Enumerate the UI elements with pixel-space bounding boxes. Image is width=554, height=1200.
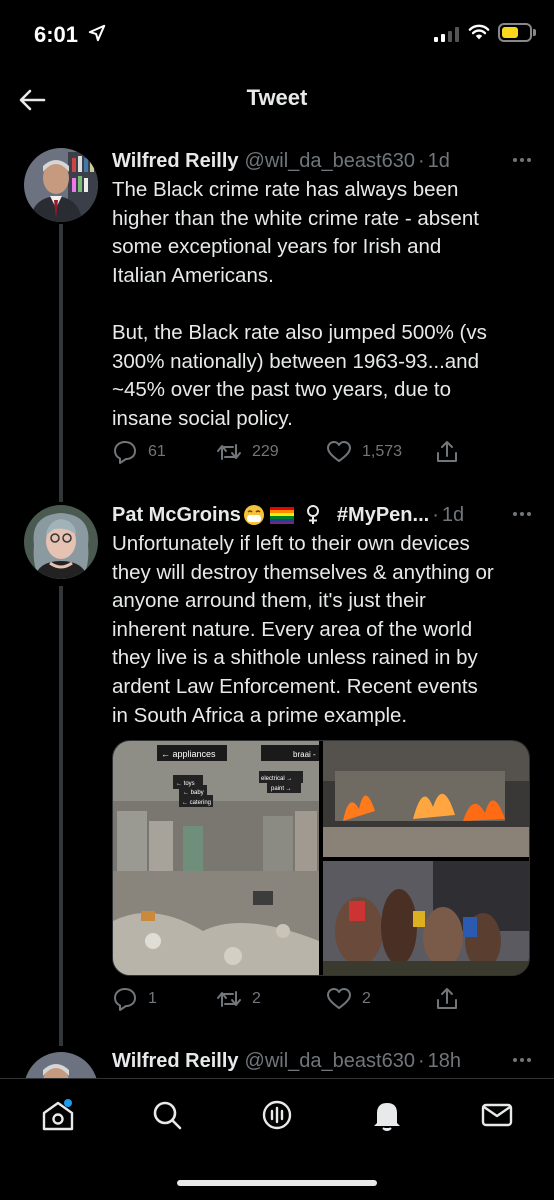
avatar[interactable] (24, 505, 98, 579)
store-sign: ← toys (176, 781, 195, 787)
separator-dot: · (417, 1049, 425, 1072)
more-options-icon[interactable] (510, 504, 534, 524)
like-button[interactable]: 2 (326, 986, 371, 1012)
tweet-header: Wilfred Reilly @wil_da_beast630 · 18h (112, 1046, 534, 1076)
home-icon[interactable] (38, 1095, 78, 1135)
avatar[interactable] (24, 148, 98, 222)
store-sign: ← catering (182, 800, 211, 806)
share-icon (437, 441, 457, 462)
like-button[interactable]: 1,573 (326, 439, 402, 465)
reply-count: 1 (148, 990, 157, 1007)
reply-button[interactable]: 1 (112, 986, 157, 1012)
retweet-button[interactable]: 2 (216, 986, 261, 1012)
author-handle[interactable]: @wil_da_beast630 (245, 1050, 415, 1073)
separator-dot: · (432, 503, 439, 526)
tweet-text-line: 300% nationally) between 1963-93...and (112, 349, 479, 373)
tweet-header: Pat McGroins #MyPen... · 1d (112, 500, 534, 530)
share-button[interactable] (434, 986, 460, 1012)
tweet-text-line: ~45% over the past two years, due to (112, 378, 452, 402)
author-handle[interactable]: @wil_da_beast630 (245, 150, 415, 173)
separator-dot: · (417, 149, 425, 172)
home-indicator (177, 1180, 377, 1186)
retweet-count: 229 (252, 443, 279, 460)
search-icon[interactable] (147, 1095, 187, 1135)
tweet-text-line: insane social policy. (112, 406, 293, 430)
reply-icon (114, 441, 136, 464)
like-count: 2 (362, 990, 371, 1007)
notifications-icon[interactable] (367, 1095, 407, 1135)
more-options-icon[interactable] (510, 150, 534, 170)
tweet-text-line: ardent Law Enforcement. Recent events (112, 674, 478, 698)
tweet-text-line: Unfortunately if left to their own devic… (112, 532, 470, 555)
media-image-store[interactable]: ← appliances braai - ← toys ← baby ← cat… (113, 741, 319, 976)
more-options-icon[interactable] (510, 1050, 534, 1070)
mask-face-emoji (243, 505, 264, 525)
retweet-count: 2 (252, 990, 261, 1007)
store-sign: braai - (293, 750, 316, 759)
reply-icon (114, 988, 136, 1011)
heart-icon (327, 988, 351, 1009)
cellular-signal-icon (434, 26, 459, 42)
tweet-text-line: inherent nature. Every area of the world (112, 617, 473, 641)
media-image-crowd[interactable] (323, 861, 530, 976)
heart-icon (327, 441, 351, 462)
media-grid[interactable]: ← appliances braai - ← toys ← baby ← cat… (112, 740, 530, 976)
tweet-text-line: But, the Black rate also jumped 500% (vs (112, 320, 487, 344)
author-name[interactable]: Pat McGroins (112, 504, 241, 527)
like-count: 1,573 (362, 443, 403, 460)
tweet-time[interactable]: 1d (428, 150, 450, 173)
store-sign: electrical → (261, 776, 292, 782)
tweet-text-line: they live is a shithole unless rained in… (112, 646, 478, 670)
author-name[interactable]: Wilfred Reilly (112, 1050, 239, 1073)
tweet-header: Wilfred Reilly @wil_da_beast630 · 1d (112, 146, 534, 176)
tweet-text: Unfortunately if left to their own devic… (112, 530, 534, 730)
author-name-extra[interactable]: #MyPen... (337, 504, 429, 527)
reply-button[interactable]: 61 (112, 439, 166, 465)
notification-dot (64, 1099, 72, 1107)
tweet-text-line: some exceptional years for Irish and (112, 235, 442, 259)
tweet[interactable]: Wilfred Reilly @wil_da_beast630 · 18h (0, 1046, 554, 1078)
tweet-text-line: The Black crime rate has always been (112, 178, 459, 201)
retweet-button[interactable]: 229 (216, 439, 279, 465)
tweet[interactable]: Wilfred Reilly @wil_da_beast630 · 1d The… (0, 146, 554, 476)
paragraph-break (112, 290, 534, 319)
wifi-icon (468, 24, 490, 40)
tweet-text-line: they will destroy themselves & anything … (112, 560, 494, 584)
store-sign: ← appliances (161, 749, 216, 759)
store-sign: ← baby (183, 790, 204, 796)
tweet-actions: 61 229 1,573 (112, 439, 534, 469)
messages-icon[interactable] (477, 1095, 517, 1135)
female-sign-icon (306, 505, 319, 524)
share-icon (437, 988, 457, 1009)
status-bar: 6:01 (0, 0, 554, 70)
tweet-text-line: anyone arround them, it's just their (112, 589, 426, 613)
tweet-text-line: higher than the white crime rate - absen… (112, 206, 479, 230)
tweet-time[interactable]: 1d (442, 504, 464, 527)
reply-count: 61 (148, 443, 166, 460)
avatar[interactable] (24, 1052, 98, 1078)
tweet-text-line: Italian Americans. (112, 263, 274, 287)
store-sign: paint → (271, 786, 292, 792)
tweet-time[interactable]: 18h (428, 1050, 461, 1073)
tweet-text-line: in South Africa a prime example. (112, 703, 408, 727)
status-time: 6:01 (34, 22, 79, 47)
page-title: Tweet (246, 85, 308, 110)
header: Tweet (0, 70, 554, 130)
share-button[interactable] (434, 439, 460, 465)
spaces-icon[interactable] (257, 1095, 297, 1135)
retweet-icon (217, 444, 241, 460)
battery-icon (498, 23, 532, 42)
media-image-fire[interactable] (323, 741, 530, 857)
tweet-actions: 1 2 2 (112, 986, 534, 1016)
retweet-icon (217, 991, 241, 1007)
tweet[interactable]: Pat McGroins #MyPen... · 1d Unfortunatel… (0, 500, 554, 1020)
author-name[interactable]: Wilfred Reilly (112, 150, 239, 173)
location-arrow-icon (88, 24, 106, 42)
tweet-text: The Black crime rate has always been hig… (112, 176, 534, 433)
rainbow-flag-emoji (269, 507, 294, 524)
